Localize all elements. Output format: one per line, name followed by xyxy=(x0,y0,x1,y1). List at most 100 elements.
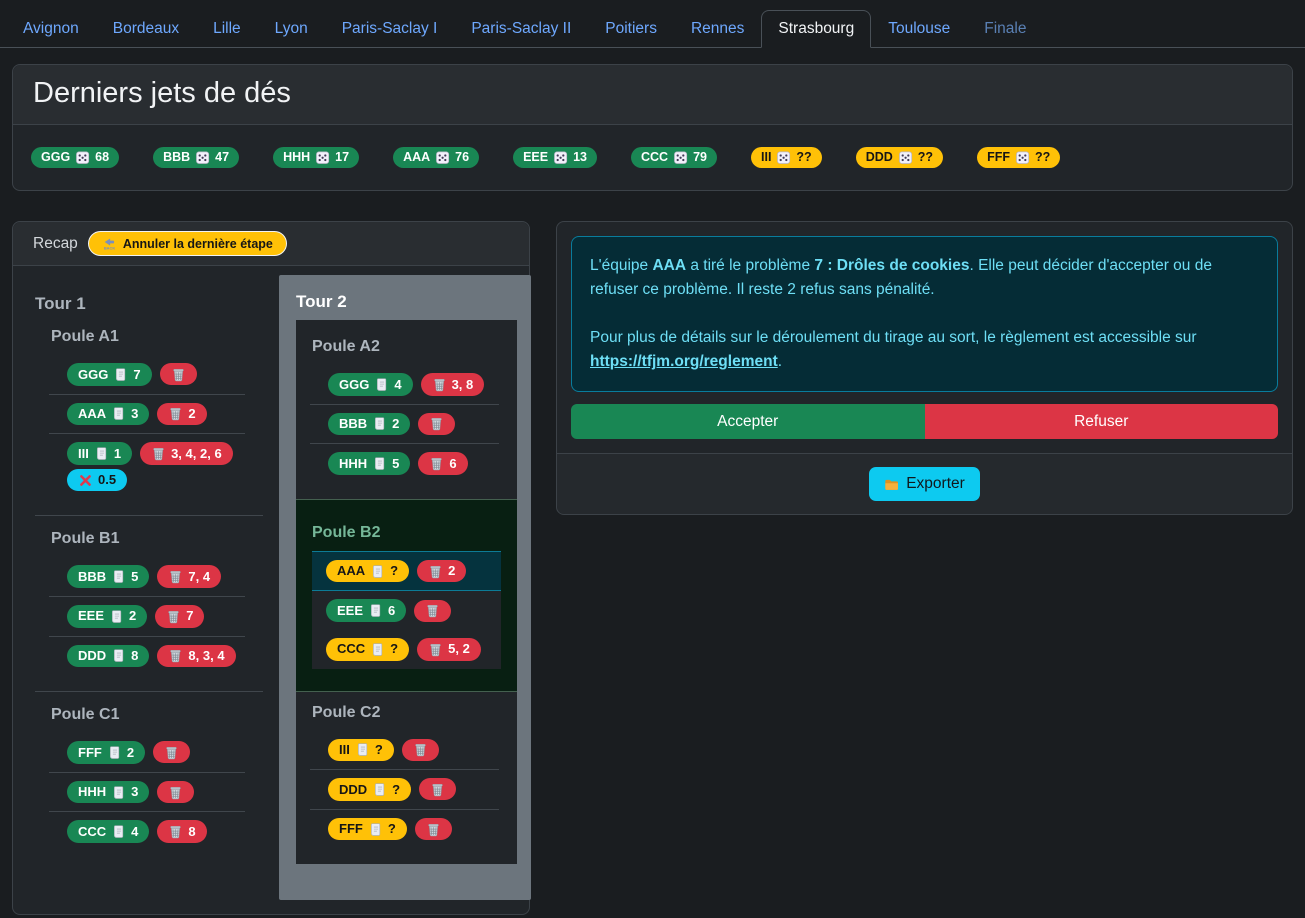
dice-roll-badge-pending: FFF?? xyxy=(977,147,1060,168)
wastebasket-icon xyxy=(168,648,183,663)
problem-sheet-icon xyxy=(107,745,122,760)
team-problem-badge: FFF2 xyxy=(67,741,145,764)
problem-sheet-icon xyxy=(111,569,126,584)
accept-refuse-group: Accepter Refuser xyxy=(571,404,1278,439)
wastebasket-icon xyxy=(425,603,440,618)
team-problem-badge: CCC4 xyxy=(67,820,149,843)
refused-problems-badge xyxy=(402,739,439,761)
refused-problems-badge xyxy=(157,781,194,803)
refused-problems-badge: 7, 4 xyxy=(157,565,221,588)
poule-c2: Poule C2 III? DDD? xyxy=(296,704,517,849)
refused-problems-badge: 2 xyxy=(417,560,466,583)
team-problem-badge-pending: DDD? xyxy=(328,778,411,801)
tab-lille[interactable]: Lille xyxy=(196,10,258,48)
team-row-highlighted: AAA? 2 xyxy=(312,551,501,592)
recap-title: Recap xyxy=(33,235,78,253)
refused-problems-badge: 7 xyxy=(155,605,204,628)
refused-problems-badge: 8, 3, 4 xyxy=(157,645,235,668)
recap-header: Recap Annuler la dernière étape xyxy=(13,222,529,266)
team-problem-badge-pending: CCC? xyxy=(326,638,409,661)
poule-title: Poule C2 xyxy=(296,704,517,722)
poule-title: Poule B1 xyxy=(35,530,263,548)
tab-lyon[interactable]: Lyon xyxy=(258,10,325,48)
tab-poitiers[interactable]: Poitiers xyxy=(588,10,674,48)
tab-strasbourg[interactable]: Strasbourg xyxy=(761,10,871,48)
tab-toulouse[interactable]: Toulouse xyxy=(871,10,967,48)
die-icon xyxy=(75,150,90,165)
problem-sheet-icon xyxy=(111,785,126,800)
tab-bordeaux[interactable]: Bordeaux xyxy=(96,10,196,48)
dice-roll-badge: BBB47 xyxy=(153,147,239,168)
team-problem-badge: GGG7 xyxy=(67,363,152,386)
draw-info-alert: L'équipe AAA a tiré le problème 7 : Drôl… xyxy=(571,236,1278,392)
wastebasket-icon xyxy=(166,609,181,624)
team-row: DDD? xyxy=(296,770,517,809)
dice-roll-badge: AAA76 xyxy=(393,147,479,168)
team-problem-badge: EEE6 xyxy=(326,599,406,622)
wastebasket-icon xyxy=(168,569,183,584)
problem-sheet-icon xyxy=(368,822,383,837)
export-button[interactable]: Exporter xyxy=(869,467,980,501)
draw-action-footer: Exporter xyxy=(557,453,1292,514)
team-row: BBB5 7, 4 xyxy=(35,557,263,596)
penalty-badge: 0.5 xyxy=(67,469,127,492)
tab-finale[interactable]: Finale xyxy=(967,10,1043,48)
refused-problems-badge xyxy=(419,778,456,800)
tab-avignon[interactable]: Avignon xyxy=(6,10,96,48)
die-icon xyxy=(898,150,913,165)
tab-paris-saclay-1[interactable]: Paris-Saclay I xyxy=(325,10,455,48)
poule-title: Poule A1 xyxy=(35,328,263,346)
team-row: AAA3 2 xyxy=(35,395,263,434)
refused-problems-badge: 2 xyxy=(157,403,206,426)
undo-last-step-button[interactable]: Annuler la dernière étape xyxy=(88,231,287,256)
refuse-button[interactable]: Refuser xyxy=(925,404,1279,439)
draw-message: L'équipe AAA a tiré le problème 7 : Drôl… xyxy=(590,254,1259,302)
accept-button[interactable]: Accepter xyxy=(571,404,925,439)
problem-sheet-icon xyxy=(370,642,385,657)
rules-link[interactable]: https://tfjm.org/reglement xyxy=(590,353,778,370)
last-dice-rolls-card: Derniers jets de dés GGG68 BBB47 HHH17 A… xyxy=(12,64,1293,191)
poule-a2: Poule A2 GGG4 3, 8 BBB2 xyxy=(296,338,517,483)
team-problem-badge: HHH3 xyxy=(67,781,149,804)
team-problem-badge-pending: III? xyxy=(328,739,394,762)
team-row: BBB2 xyxy=(296,405,517,444)
problem-sheet-icon xyxy=(372,416,387,431)
dice-roll-badge-pending: DDD?? xyxy=(856,147,943,168)
problem-sheet-icon xyxy=(370,564,385,579)
tour-1-column: Tour 1 Poule A1 GGG7 AAA3 2 xyxy=(35,266,263,900)
problem-sheet-icon xyxy=(355,742,370,757)
tour-2-panel: Poule A2 GGG4 3, 8 BBB2 xyxy=(296,320,517,864)
team-problem-badge: AAA3 xyxy=(67,403,149,426)
wastebasket-icon xyxy=(429,456,444,471)
refused-problems-badge: 5, 2 xyxy=(417,638,481,661)
tournament-tabs: Avignon Bordeaux Lille Lyon Paris-Saclay… xyxy=(0,0,1305,48)
tab-paris-saclay-2[interactable]: Paris-Saclay II xyxy=(454,10,588,48)
refused-problems-badge: 3, 8 xyxy=(421,373,485,396)
die-icon xyxy=(776,150,791,165)
refused-problems-badge: 3, 4, 2, 6 xyxy=(140,442,233,465)
draw-action-body: L'équipe AAA a tiré le problème 7 : Drôl… xyxy=(557,222,1292,453)
team-row: EEE2 7 xyxy=(35,597,263,636)
draw-action-card: L'équipe AAA a tiré le problème 7 : Drôl… xyxy=(556,221,1293,515)
dice-card-header: Derniers jets de dés xyxy=(13,65,1292,125)
rules-message: Pour plus de détails sur le déroulement … xyxy=(590,326,1259,374)
team-row: HHH5 6 xyxy=(296,444,517,483)
dice-roll-badge-pending: III?? xyxy=(751,147,822,168)
poule-title: Poule A2 xyxy=(296,338,517,356)
tab-rennes[interactable]: Rennes xyxy=(674,10,761,48)
problem-name: 7 : Drôles de cookies xyxy=(814,257,969,274)
poule-title: Poule C1 xyxy=(35,706,263,724)
poule-a1: Poule A1 GGG7 AAA3 2 xyxy=(35,328,263,499)
page-title: Derniers jets de dés xyxy=(33,77,1272,110)
wastebasket-icon xyxy=(426,822,441,837)
team-row: CCC? 5, 2 xyxy=(312,630,501,669)
refused-problems-badge xyxy=(415,818,452,840)
die-icon xyxy=(315,150,330,165)
page-content: Derniers jets de dés GGG68 BBB47 HHH17 A… xyxy=(0,48,1305,915)
die-icon xyxy=(435,150,450,165)
team-problem-badge: EEE2 xyxy=(67,605,147,628)
die-icon xyxy=(553,150,568,165)
problem-sheet-icon xyxy=(111,824,126,839)
problem-sheet-icon xyxy=(372,456,387,471)
dice-roll-badges: GGG68 BBB47 HHH17 AAA76 EEE13 CCC79 III?… xyxy=(13,125,1292,190)
